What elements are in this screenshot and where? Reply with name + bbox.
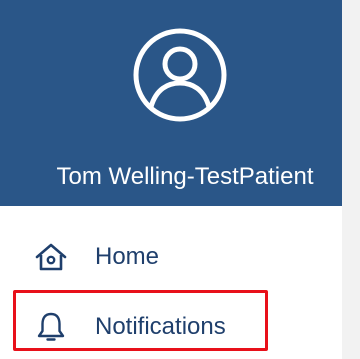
nav-item-home-label: Home <box>95 243 160 270</box>
profile-header: Tom Welling-TestPatient <box>0 0 342 206</box>
nav-item-notifications-label: Notifications <box>95 313 226 340</box>
bell-icon <box>37 312 65 341</box>
navigation-drawer: Tom Welling-TestPatient Home Notificatio… <box>0 0 360 359</box>
nav-item-home[interactable]: Home <box>0 228 342 286</box>
user-avatar-icon[interactable] <box>132 27 228 123</box>
screen-edge-background <box>342 0 360 359</box>
user-name: Tom Welling-TestPatient <box>56 163 314 190</box>
home-icon <box>35 243 67 271</box>
nav-item-notifications[interactable]: Notifications <box>0 298 342 356</box>
